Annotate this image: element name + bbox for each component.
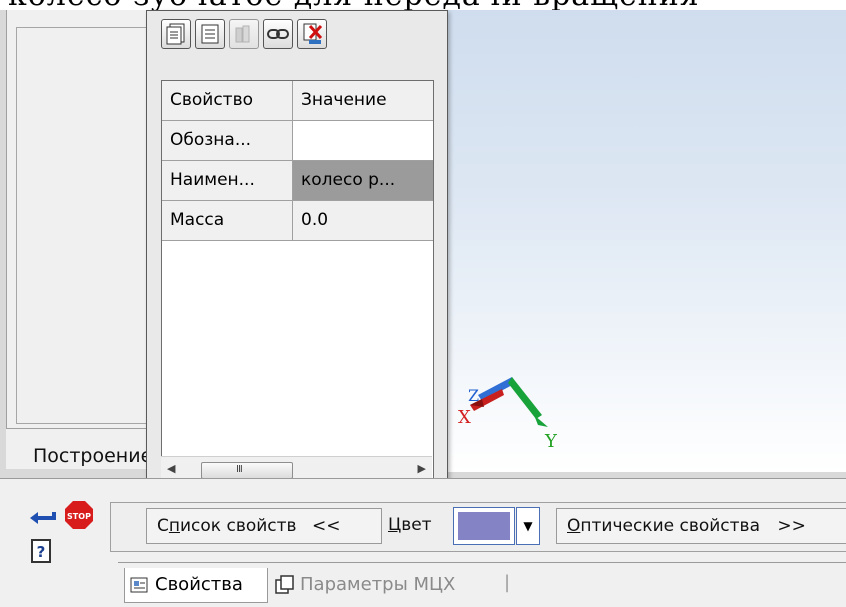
table-empty-area: [162, 241, 433, 481]
tab-mass-params-label: Параметры МЦХ: [300, 574, 456, 595]
enter-arrow-icon[interactable]: [30, 510, 58, 526]
color-label-text: вет: [401, 515, 432, 535]
optical-properties-button[interactable]: Оптические свойства >>: [556, 508, 846, 544]
svg-text:STOP: STOP: [67, 512, 91, 521]
y-axis-arrow: [508, 377, 542, 419]
help-icon[interactable]: ?: [30, 538, 54, 564]
popup-toolbar: [161, 19, 327, 49]
properties-tab-icon: [130, 577, 148, 593]
document-caption: колесо зубчатое для передачи вращения: [0, 0, 846, 10]
color-swatch-fill: [458, 512, 510, 540]
tab-properties[interactable]: Свойства: [124, 568, 268, 603]
properties-sheet-icon[interactable]: [161, 19, 191, 49]
books-icon[interactable]: [229, 19, 259, 49]
properties-list-hotkey: п: [168, 516, 180, 536]
scroll-right-icon[interactable]: ▶: [418, 462, 426, 475]
scroll-left-icon[interactable]: ◀: [167, 462, 175, 475]
properties-list-prefix: С: [157, 516, 169, 536]
x-axis-label: X: [458, 407, 471, 428]
mass-params-tab-icon: [275, 575, 294, 594]
optical-label: птические свойства: [580, 516, 760, 536]
build-tab[interactable]: Построение: [6, 428, 160, 469]
row-property-mass: Масса: [162, 201, 293, 240]
properties-table: Свойство Значение Обозна... Наимен... ко…: [161, 80, 434, 494]
list-icon[interactable]: [195, 19, 225, 49]
build-tab-label: Построение: [33, 445, 153, 467]
chevron-down-icon: ▼: [523, 519, 533, 533]
tab-mass-params[interactable]: Параметры МЦХ |: [272, 568, 512, 602]
row-value-mass[interactable]: 0.0: [293, 201, 433, 240]
properties-popup: Свойство Значение Обозна... Наимен... ко…: [146, 10, 448, 500]
row-property-designation: Обозна...: [162, 121, 293, 160]
table-header-row: Свойство Значение: [162, 81, 433, 121]
stop-icon[interactable]: STOP: [64, 500, 94, 530]
optical-hotkey: О: [567, 516, 581, 536]
y-axis-label: Y: [544, 431, 558, 452]
row-value-name[interactable]: колесо р...: [293, 161, 433, 200]
row-value-designation[interactable]: [293, 121, 433, 160]
scroll-grip: III: [236, 464, 243, 475]
color-label-hotkey: Ц: [388, 515, 402, 535]
caption-text: колесо зубчатое для передачи вращения: [8, 0, 700, 10]
axis-triad: X Y Z: [458, 377, 558, 452]
table-row[interactable]: Масса 0.0: [162, 201, 433, 241]
expand-arrow: >>: [777, 516, 806, 536]
svg-text:?: ?: [37, 543, 46, 561]
row-property-name: Наимен...: [162, 161, 293, 200]
color-picker-swatch[interactable]: [453, 507, 515, 545]
column-header-property[interactable]: Свойство: [162, 81, 293, 120]
model-tree-area[interactable]: [16, 27, 151, 424]
color-dropdown-button[interactable]: ▼: [516, 507, 540, 545]
scroll-thumb[interactable]: III: [201, 462, 293, 479]
properties-list-button[interactable]: Список свойств <<: [146, 508, 382, 544]
properties-list-label: исок свойств: [180, 516, 297, 536]
table-row[interactable]: Обозна...: [162, 121, 433, 161]
close-delete-icon[interactable]: [297, 19, 327, 49]
link-icon[interactable]: [263, 19, 293, 49]
table-row-selected[interactable]: Наимен... колесо р...: [162, 161, 433, 201]
model-tree-panel: [6, 10, 162, 429]
y-axis-tip: [534, 415, 548, 427]
collapse-arrow: <<: [311, 516, 341, 536]
z-axis-label: Z: [468, 386, 479, 405]
tab-properties-label: Свойства: [155, 574, 243, 595]
tab-separator: |: [504, 572, 511, 593]
column-header-value[interactable]: Значение: [293, 81, 433, 120]
color-label: Цвет: [388, 508, 432, 544]
